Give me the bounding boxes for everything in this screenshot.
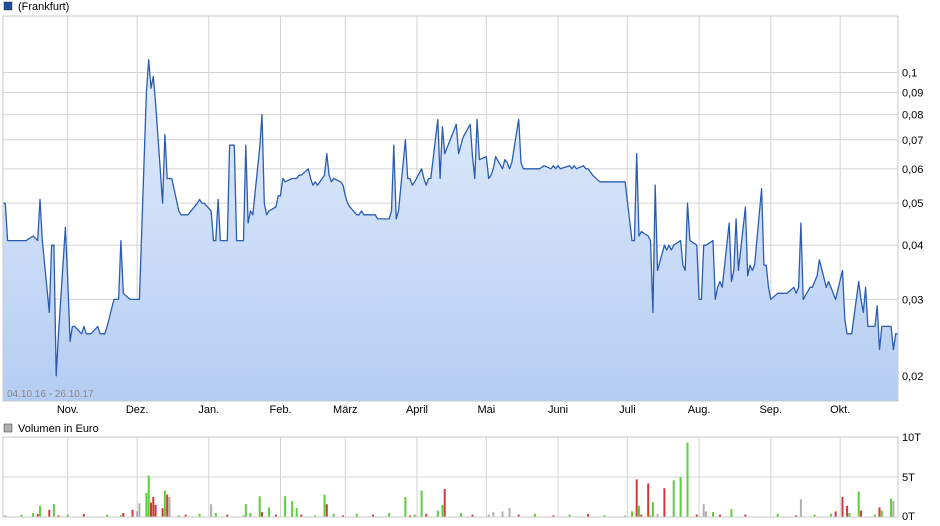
volume-bar (210, 504, 213, 517)
volume-bar (857, 491, 860, 517)
volume-bar (848, 513, 851, 517)
price-y-tick-label: 0,08 (902, 110, 923, 122)
volume-bar (152, 497, 155, 517)
volume-bar (436, 510, 439, 517)
volume-bar (48, 509, 51, 517)
x-tick-label: Juli (619, 404, 636, 416)
volume-bar (686, 442, 689, 517)
volume-y-axis: 10T 5T 0T (902, 432, 921, 523)
volume-bar (166, 494, 169, 517)
x-tick-label: Okt. (830, 404, 850, 416)
volume-bar (441, 505, 444, 517)
price-legend-swatch (3, 1, 13, 11)
volume-bar (32, 513, 35, 517)
volume-y-tick-label: 10T (902, 432, 921, 444)
volume-bar (268, 507, 270, 517)
price-y-tick-label: 0,1 (902, 68, 917, 80)
price-y-tick-label: 0,03 (902, 294, 923, 306)
volume-bar (672, 480, 675, 517)
volume-bar (295, 508, 298, 517)
volume-bar (834, 511, 837, 517)
volume-grid (3, 436, 898, 518)
volume-bar (705, 511, 707, 517)
price-y-tick-label: 0,02 (902, 371, 923, 383)
x-tick-label: Jan. (198, 404, 219, 416)
volume-bars (4, 442, 895, 517)
price-y-tick-label: 0,09 (902, 87, 923, 99)
volume-bar (702, 504, 705, 517)
volume-bar (325, 504, 328, 517)
price-y-tick-label: 0,05 (902, 198, 923, 210)
volume-bar (249, 513, 252, 517)
volume-bar (679, 477, 682, 517)
volume-bar (323, 494, 326, 517)
x-tick-label: Juni (548, 404, 568, 416)
volume-bar (841, 497, 844, 517)
volume-bar (131, 509, 134, 517)
date-range-label: 04.10.16 - 26.10.17 (7, 389, 94, 400)
price-y-tick-label: 0,07 (902, 135, 923, 147)
volume-bar (154, 505, 157, 517)
volume-bar (420, 490, 423, 517)
volume-bar (138, 503, 141, 517)
volume-bar (52, 504, 55, 517)
volume-bar (147, 475, 150, 517)
price-legend-label: (Frankfurt) (18, 1, 69, 13)
volume-bar (890, 498, 893, 517)
volume-y-tick-label: 0T (902, 511, 915, 523)
volume-bar (860, 510, 862, 517)
volume-bar (651, 501, 654, 517)
volume-bar (168, 497, 171, 517)
volume-bar (635, 479, 638, 517)
volume-bar (161, 508, 164, 517)
x-tick-label: Aug. (688, 404, 711, 416)
volume-bar (163, 490, 166, 517)
volume-bar (631, 511, 633, 517)
volume-bar (258, 496, 261, 517)
x-tick-label: Nov. (57, 404, 79, 416)
volume-bar (712, 512, 714, 517)
date-x-axis: Nov. Dez. Jan. Feb. März April Mai Juni Juli Aug.… (57, 404, 850, 416)
x-tick-label: März (333, 404, 357, 416)
volume-bar (122, 513, 125, 517)
volume-bar (508, 508, 511, 517)
volume-bar (261, 512, 263, 517)
volume-bar (388, 513, 391, 517)
volume-bar (291, 501, 294, 517)
price-y-tick-label: 0,06 (902, 164, 923, 176)
volume-bar (647, 483, 650, 517)
volume-legend-label: Volumen in Euro (18, 423, 99, 435)
volume-bar (638, 505, 640, 517)
volume-bar (39, 505, 41, 517)
volume-bar (244, 504, 247, 517)
volume-bar (459, 513, 462, 517)
volume-bar (492, 512, 495, 517)
volume-bar (880, 510, 883, 517)
price-y-tick-label: 0,04 (902, 240, 923, 252)
x-tick-label: Feb. (270, 404, 292, 416)
stock-chart: (Frankfurt) finanzen 0,10,090,080,070,06… (2, 1, 923, 523)
volume-bar (892, 501, 895, 517)
x-tick-label: April (406, 404, 428, 416)
x-tick-label: Mai (477, 404, 495, 416)
volume-bar (663, 488, 666, 517)
volume-bar (214, 513, 217, 517)
volume-bar (730, 509, 733, 517)
price-y-axis: 0,1 0,09 0,08 0,07 0,06 0,05 0,04 0,03 0,02 (902, 68, 923, 383)
volume-bar (501, 511, 504, 517)
volume-bar (136, 511, 139, 517)
volume-legend-swatch (3, 423, 13, 433)
x-tick-label: Dez. (126, 404, 149, 416)
volume-bar (404, 497, 407, 517)
volume-bar (799, 499, 802, 517)
volume-bar (284, 496, 287, 517)
volume-bar (878, 507, 881, 517)
volume-bar (846, 505, 849, 517)
volume-bar (150, 502, 152, 517)
volume-y-tick-label: 5T (902, 472, 915, 484)
volume-bar (443, 489, 446, 517)
volume-bar (145, 493, 148, 517)
x-tick-label: Sep. (759, 404, 782, 416)
